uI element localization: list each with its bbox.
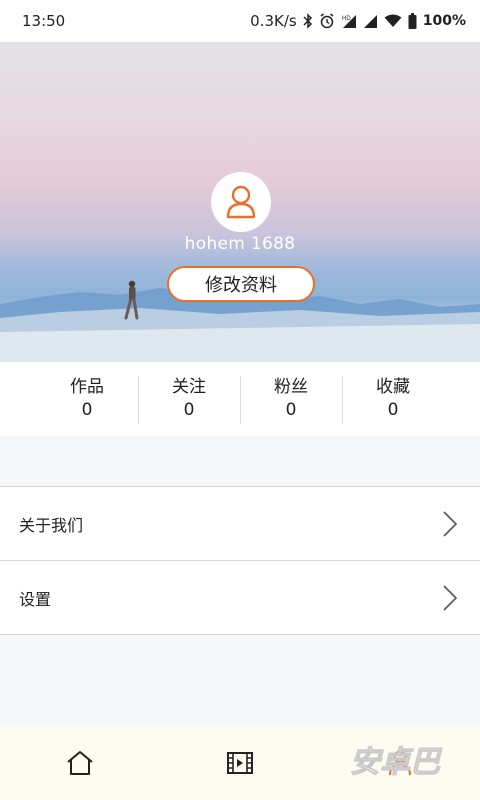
menu-item-label: 设置 [19, 589, 52, 609]
tab-profile[interactable] [320, 726, 480, 800]
chevron-right-icon [443, 510, 458, 537]
alarm-icon [319, 13, 335, 29]
user-icon [226, 185, 256, 219]
net-speed: 0.3K/s [250, 12, 297, 30]
stats-row: 作品 0 关注 0 粉丝 0 收藏 0 [0, 362, 480, 436]
menu-item-about-us[interactable]: 关于我们 [0, 487, 480, 561]
avatar[interactable] [211, 172, 271, 232]
stat-value: 0 [183, 400, 195, 420]
hd-signal-icon: HD [341, 13, 357, 29]
battery-percent: 100% [422, 13, 466, 29]
status-icons: 0.3K/s HD 100% [250, 12, 466, 30]
menu-item-settings[interactable]: 设置 [0, 561, 480, 635]
bottom-nav [0, 726, 480, 800]
status-bar: 13:50 0.3K/s HD 100% [0, 0, 480, 42]
status-time: 13:50 [22, 12, 66, 30]
stat-label: 作品 [70, 377, 104, 397]
bluetooth-icon [303, 13, 313, 29]
username: hohem 1688 [184, 234, 296, 254]
stat-works[interactable]: 作品 0 [36, 362, 138, 436]
profile-icon [389, 750, 411, 776]
stat-value: 0 [81, 400, 93, 420]
menu-item-label: 关于我们 [19, 515, 84, 535]
video-icon [227, 752, 253, 774]
signal-icon [363, 14, 378, 29]
chevron-right-icon [443, 584, 458, 611]
stat-label: 关注 [172, 377, 206, 397]
profile-header: hohem 1688 修改资料 [0, 42, 480, 362]
home-icon [67, 751, 93, 775]
tab-home[interactable] [0, 726, 160, 800]
stat-fans[interactable]: 粉丝 0 [240, 362, 342, 436]
tab-video[interactable] [160, 726, 320, 800]
stat-value: 0 [387, 400, 399, 420]
settings-menu: 关于我们 设置 [0, 486, 480, 635]
battery-icon [408, 13, 417, 29]
stat-label: 收藏 [376, 377, 410, 397]
stat-favorites[interactable]: 收藏 0 [342, 362, 444, 436]
stat-label: 粉丝 [274, 377, 308, 397]
svg-text:HD: HD [342, 16, 351, 22]
stat-value: 0 [285, 400, 297, 420]
stat-following[interactable]: 关注 0 [138, 362, 240, 436]
edit-profile-button[interactable]: 修改资料 [167, 266, 315, 302]
wifi-icon [384, 14, 402, 28]
